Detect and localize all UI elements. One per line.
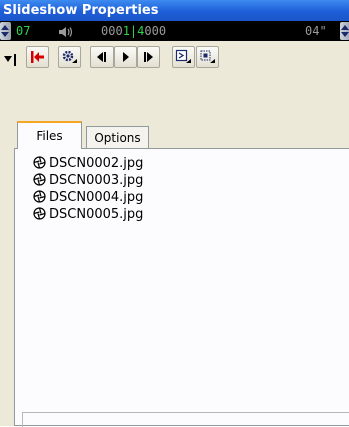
- camera-shutter-icon: [33, 156, 46, 169]
- slide-number: 07: [16, 24, 31, 38]
- slide-number-spinner[interactable]: [0, 22, 11, 40]
- window-title: Slideshow Properties: [3, 3, 159, 18]
- file-name: DSCN0003.jpg: [49, 173, 144, 188]
- list-item[interactable]: DSCN0004.jpg: [33, 189, 143, 206]
- step-forward-button[interactable]: [137, 46, 160, 68]
- spin-down-icon[interactable]: [341, 32, 349, 37]
- list-item[interactable]: DSCN0003.jpg: [33, 172, 143, 189]
- tab-options-label: Options: [94, 131, 141, 145]
- time-counter: 0001|4000: [101, 24, 167, 38]
- settings-button[interactable]: [58, 46, 81, 68]
- window-title-bar[interactable]: Slideshow Properties: [0, 0, 349, 21]
- slide-duration: 04": [305, 24, 327, 38]
- sum-menu-button[interactable]: [172, 46, 195, 68]
- list-item[interactable]: DSCN0005.jpg: [33, 206, 143, 223]
- camera-shutter-icon: [33, 173, 46, 186]
- step-forward-icon: [144, 52, 153, 62]
- settings-gear-icon: [62, 50, 77, 63]
- go-to-start-button[interactable]: [26, 46, 49, 68]
- fit-menu-button[interactable]: [196, 46, 219, 68]
- play-button[interactable]: [114, 46, 137, 68]
- file-name: DSCN0005.jpg: [49, 207, 144, 222]
- camera-shutter-icon: [33, 207, 46, 220]
- step-back-icon: [97, 52, 106, 62]
- tab-files[interactable]: Files: [17, 121, 82, 149]
- spin-up-icon[interactable]: [1, 25, 9, 30]
- toolbar: [0, 41, 349, 74]
- list-bottom-frame: [22, 412, 349, 427]
- list-item[interactable]: DSCN0002.jpg: [33, 155, 143, 172]
- slide-counter-bar: 07 0001|4000 04": [0, 21, 349, 41]
- fit-dropdown-icon: [200, 50, 215, 63]
- sum-dropdown-icon: [175, 49, 191, 63]
- tab-options[interactable]: Options: [86, 126, 149, 148]
- file-name: DSCN0004.jpg: [49, 190, 144, 205]
- tab-files-label: Files: [36, 129, 63, 143]
- step-back-button[interactable]: [90, 46, 114, 68]
- dropdown-arrow-icon[interactable]: [3, 51, 17, 70]
- play-icon: [123, 52, 129, 62]
- duration-spinner[interactable]: [340, 22, 349, 40]
- file-name: DSCN0002.jpg: [49, 156, 144, 171]
- go-to-start-icon: [31, 51, 44, 63]
- spin-up-icon[interactable]: [341, 25, 349, 30]
- spin-down-icon[interactable]: [1, 32, 9, 37]
- file-list: DSCN0002.jpg DSCN0003.jpg DSCN0004.jpg D…: [33, 155, 143, 223]
- camera-shutter-icon: [33, 190, 46, 203]
